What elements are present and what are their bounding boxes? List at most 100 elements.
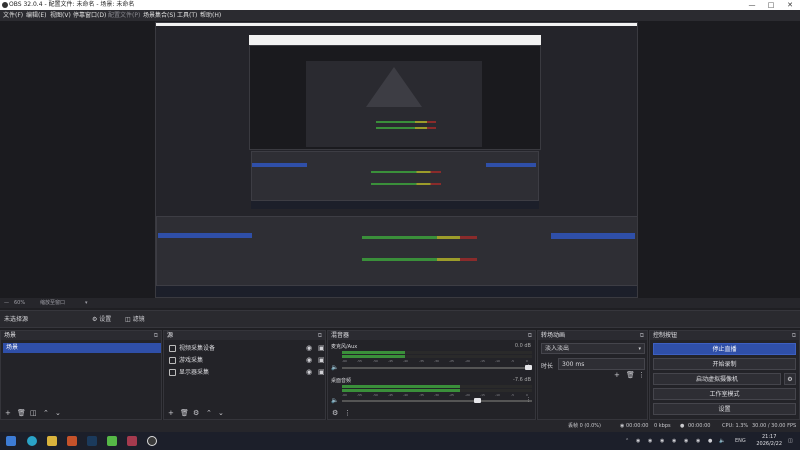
scenes-dock-title: 场景 ⧉	[1, 331, 161, 340]
meter-tick-label: -60	[342, 393, 347, 397]
window-title: OBS 32.0.4 - 配置文件: 未命名 - 场景: 未命名	[9, 1, 135, 8]
source-item[interactable]: 游戏采集 ◉ ▣	[167, 355, 327, 366]
start-recording-button[interactable]: 开始录制	[653, 358, 796, 370]
speaker-icon[interactable]: 🔈	[331, 397, 338, 404]
source-item[interactable]: 显示器采集 ◉ ▣	[167, 367, 327, 378]
visibility-eye-icon[interactable]: ◉	[306, 355, 312, 366]
no-source-label: 未选择源	[4, 316, 29, 323]
undock-icon[interactable]: ⧉	[318, 331, 322, 340]
scene-filters-icon[interactable]: ◫	[30, 407, 37, 419]
title-bar: OBS 32.0.4 - 配置文件: 未命名 - 场景: 未命名 — □ ✕	[0, 0, 800, 10]
menu-view[interactable]: 视图(V)	[50, 10, 71, 21]
remove-scene-icon[interactable]: 🗑	[17, 407, 26, 419]
preview-scale-bar: — 60% 缩放至窗口 ▾	[0, 298, 800, 308]
chevron-down-icon: ▾	[638, 346, 641, 352]
tray-app-icon[interactable]: ◉	[696, 432, 700, 450]
start-virtual-camera-button[interactable]: 启动虚拟摄像机	[653, 373, 781, 385]
notification-icon[interactable]: ◫	[788, 432, 793, 450]
tray-app-icon[interactable]: ◉	[660, 432, 664, 450]
tray-app-icon[interactable]: ◉	[684, 432, 688, 450]
filters-button[interactable]: ◫ 滤镜	[125, 312, 145, 328]
taskbar-clock[interactable]: 21:17 2026/2/22	[756, 434, 782, 448]
edge-icon[interactable]	[27, 436, 37, 446]
menu-profile[interactable]: 配置文件(P)	[108, 10, 140, 21]
xbox-icon[interactable]	[107, 436, 117, 446]
speaker-icon[interactable]: 🔈	[719, 432, 725, 450]
lock-icon[interactable]: ▣	[318, 367, 325, 378]
lock-icon[interactable]: ▣	[318, 355, 325, 366]
remove-source-icon[interactable]: 🗑	[180, 407, 189, 419]
minimize-icon[interactable]: —	[742, 0, 762, 10]
gamepad-icon	[169, 357, 176, 364]
undock-icon[interactable]: ⧉	[154, 331, 158, 340]
add-scene-icon[interactable]: +	[5, 407, 11, 419]
channel-menu-icon[interactable]: ⋮	[526, 397, 531, 403]
stop-streaming-button[interactable]: 停止直播	[653, 343, 796, 355]
close-icon[interactable]: ✕	[780, 0, 800, 10]
settings-button[interactable]: 设置	[653, 403, 796, 415]
microphone-icon[interactable]: ●	[708, 432, 712, 450]
windows-icon[interactable]	[6, 436, 16, 446]
undock-icon[interactable]: ⧉	[528, 331, 532, 340]
lock-icon[interactable]: ▣	[318, 343, 325, 354]
office-icon[interactable]	[67, 436, 77, 446]
taskbar: ⌃ ◉ ◉ ◉ ◉ ◉ ◉ ● 🔈 ENG 21:17 2026/2/22 ◫	[0, 432, 800, 450]
nested-control-primary	[486, 163, 536, 167]
clock-time: 21:17	[761, 434, 777, 440]
volume-slider-knob[interactable]	[474, 398, 481, 403]
volume-meter	[342, 389, 532, 392]
meter-tick-label: -40	[403, 359, 408, 363]
language-indicator[interactable]: ENG	[735, 432, 746, 450]
menu-scene-collection[interactable]: 场景集合(S)	[143, 10, 176, 21]
transition-menu-icon[interactable]: ⋮	[638, 369, 645, 381]
source-item[interactable]: 视频采集设备 ◉ ▣	[167, 343, 327, 354]
transitions-dock-title: 转场动画 ⧉	[538, 331, 647, 340]
volume-slider[interactable]	[342, 400, 532, 402]
menu-docks[interactable]: 停靠窗口(D)	[73, 10, 106, 21]
source-toolbar: 未选择源 ⚙ 设置 ◫ 滤镜	[0, 310, 800, 328]
advanced-audio-icon[interactable]: ⚙	[332, 407, 338, 419]
tray-app-icon[interactable]: ◉	[672, 432, 676, 450]
add-transition-icon[interactable]: +	[614, 369, 620, 381]
tray-app-icon[interactable]: ◉	[636, 432, 640, 450]
virtual-camera-settings-icon[interactable]: ⚙	[784, 373, 796, 385]
scale-mode[interactable]: 缩放至窗口	[40, 298, 65, 308]
channel-db: -7.6 dB	[513, 377, 531, 383]
channel-name: 麦克风/Aux	[331, 344, 358, 350]
tray-chevron-icon[interactable]: ⌃	[625, 432, 629, 450]
tray-app-icon[interactable]: ◉	[648, 432, 652, 450]
move-up-icon[interactable]: ⌃	[206, 407, 212, 419]
move-down-icon[interactable]: ⌄	[55, 407, 61, 419]
menu-edit[interactable]: 编辑(E)	[26, 10, 46, 21]
menu-file[interactable]: 文件(F)	[3, 10, 23, 21]
remove-transition-icon[interactable]: 🗑	[626, 369, 635, 381]
explorer-icon[interactable]	[47, 436, 57, 446]
game-icon[interactable]	[127, 436, 137, 446]
undock-icon[interactable]: ⧉	[792, 331, 796, 340]
menu-tools[interactable]: 工具(T)	[177, 10, 197, 21]
obs-icon[interactable]	[147, 436, 157, 446]
add-source-icon[interactable]: +	[168, 407, 174, 419]
scale-dropdown-icon[interactable]: ▾	[85, 298, 88, 308]
zoom-icon[interactable]: —	[4, 298, 9, 308]
move-down-icon[interactable]: ⌄	[218, 407, 224, 419]
maximize-icon[interactable]: □	[761, 0, 781, 10]
properties-button[interactable]: ⚙ 设置	[92, 312, 111, 328]
steam-icon[interactable]	[87, 436, 97, 446]
scene-list-item[interactable]: 场景	[3, 343, 161, 353]
move-up-icon[interactable]: ⌃	[43, 407, 49, 419]
monitor-icon	[169, 369, 176, 376]
undock-icon[interactable]: ⧉	[640, 331, 644, 340]
speaker-icon[interactable]: 🔈	[331, 364, 338, 371]
channel-menu-icon[interactable]: ⋮	[526, 364, 531, 370]
volume-slider[interactable]	[342, 367, 532, 369]
preview-canvas[interactable]	[155, 22, 638, 298]
studio-mode-button[interactable]: 工作室模式	[653, 388, 796, 400]
source-properties-icon[interactable]: ⚙	[193, 407, 199, 419]
mixer-menu-icon[interactable]: ⋮	[344, 407, 351, 419]
menu-help[interactable]: 帮助(H)	[200, 10, 221, 21]
visibility-eye-icon[interactable]: ◉	[306, 367, 312, 378]
nested-meter	[362, 236, 477, 239]
visibility-eye-icon[interactable]: ◉	[306, 343, 312, 354]
transition-select[interactable]: 淡入淡出 ▾	[541, 343, 645, 354]
